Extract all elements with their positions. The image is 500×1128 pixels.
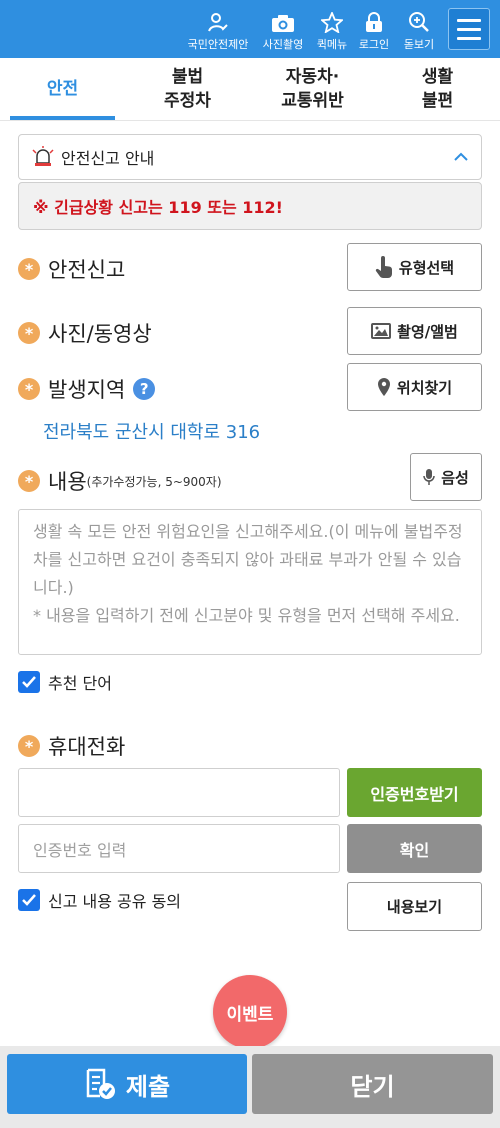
magnifier-label: 돋보기 [403,38,435,51]
view-content-button[interactable]: 내용보기 [347,882,482,931]
camera-label: 사진촬영 [262,38,304,51]
safety-proposal-icon [208,13,228,32]
camera-icon [272,15,294,32]
required-icon: * [18,258,40,280]
request-code-label: 인증번호받기 [370,784,459,804]
safety-report-section-label: * 안전신고 [18,254,125,284]
share-consent-label: 신고 내용 공유 동의 [48,892,182,911]
location-label: 발생지역 [48,378,126,402]
capture-album-label: 촬영/앨범 [397,322,458,341]
submit-label: 제출 [125,1072,171,1101]
emergency-notice: ※ 긴급상황 신고는 119 또는 112! [18,182,482,230]
safety-proposal-button[interactable]: 국민안전제안 [182,6,254,58]
tab-living-inconvenience-line2: 불편 [421,91,454,111]
event-floating-button[interactable]: 이벤트 [213,975,287,1049]
confirm-code-button[interactable]: 확인 [347,824,482,873]
close-label: 닫기 [350,1072,395,1101]
recommend-words-checkbox[interactable]: 추천 단어 [18,670,112,694]
tab-traffic-violation[interactable]: 자동차· 교통위반 [250,58,375,120]
hamburger-menu-button[interactable] [448,8,490,50]
find-location-label: 위치찾기 [396,378,453,397]
tab-living-inconvenience[interactable]: 생활 불편 [375,58,500,120]
content-label: 내용 [48,470,87,494]
request-code-button[interactable]: 인증번호받기 [347,768,482,817]
checkbox-checked-icon [18,671,40,693]
camera-button[interactable]: 사진촬영 [254,6,312,58]
voice-input-button[interactable]: 음성 [410,453,482,501]
alarm-bell-icon [32,146,54,166]
required-icon: * [18,322,40,344]
event-label: 이벤트 [226,1004,274,1025]
phone-section-label: * 휴대전화 [18,731,125,761]
map-pin-icon [377,378,390,396]
content-hint: (추가수정가능, 5~900자) [86,474,222,489]
chevron-up-icon [454,152,468,161]
submit-button[interactable]: 제출 [7,1054,247,1114]
required-icon: * [18,735,40,757]
location-section-label: * 발생지역 ? [18,374,156,404]
phone-label: 휴대전화 [48,735,126,759]
safety-report-label: 안전신고 [48,258,126,282]
media-label: 사진/동영상 [48,322,152,346]
close-button[interactable]: 닫기 [252,1054,493,1114]
tab-safety-label: 안전 [46,79,79,99]
star-icon [321,12,343,33]
image-icon [371,323,392,339]
checkbox-checked-icon [18,889,40,911]
required-icon: * [18,470,40,492]
required-icon: * [18,378,40,400]
quick-menu-label: 퀵메뉴 [316,38,348,51]
top-bar: 국민안전제안 사진촬영 퀵메뉴 로그인 돋보기 [0,0,500,58]
tab-traffic-violation-line2: 교통위반 [281,91,344,111]
help-icon[interactable]: ? [133,378,156,400]
location-address: 전라북도 군산시 대학로 316 [43,422,261,443]
hamburger-icon [457,18,481,22]
tab-traffic-violation-line1: 자동차· [285,67,340,87]
login-label: 로그인 [358,38,390,51]
pointer-hand-icon [375,256,392,278]
safety-proposal-label: 국민안전제안 [187,38,249,51]
confirm-code-label: 확인 [399,840,430,860]
share-consent-checkbox[interactable]: 신고 내용 공유 동의 [18,888,181,912]
select-type-button[interactable]: 유형선택 [347,243,482,291]
emergency-notice-text: ※ 긴급상황 신고는 119 또는 112! [33,198,283,217]
content-textarea[interactable]: 생활 속 모든 안전 위험요인을 신고해주세요.(이 메뉴에 불법주정차를 신고… [18,509,482,655]
tab-illegal-parking-line1: 불법 [171,67,204,87]
login-button[interactable]: 로그인 [352,6,396,58]
category-tabs: 안전 불법 주정차 자동차· 교통위반 생활 불편 [0,58,500,121]
view-content-label: 내용보기 [386,898,443,916]
content-section-label: * 내용 (추가수정가능, 5~900자) [18,466,222,496]
microphone-icon [423,469,435,485]
select-type-label: 유형선택 [398,258,455,277]
safety-notice-title: 안전신고 안내 [61,149,155,168]
tab-illegal-parking-line2: 주정차 [164,91,211,111]
lock-icon [366,12,382,32]
quick-menu-button[interactable]: 퀵메뉴 [312,6,352,58]
tab-safety[interactable]: 안전 [0,58,125,120]
media-section-label: * 사진/동영상 [18,318,152,348]
verification-code-placeholder: 인증번호 입력 [33,840,127,860]
magnifier-button[interactable]: 돋보기 [396,6,442,58]
capture-album-button[interactable]: 촬영/앨범 [347,307,482,355]
phone-number-input[interactable] [18,768,340,817]
tab-illegal-parking[interactable]: 불법 주정차 [125,58,250,120]
find-location-button[interactable]: 위치찾기 [347,363,482,411]
verification-code-input[interactable]: 인증번호 입력 [18,824,340,873]
safety-notice-toggle[interactable]: 안전신고 안내 [18,134,482,180]
voice-input-label: 음성 [441,468,469,487]
tab-living-inconvenience-line1: 생활 [421,67,454,87]
recommend-words-label: 추천 단어 [48,674,112,693]
document-check-icon [86,1068,115,1099]
magnifier-icon [409,12,429,32]
